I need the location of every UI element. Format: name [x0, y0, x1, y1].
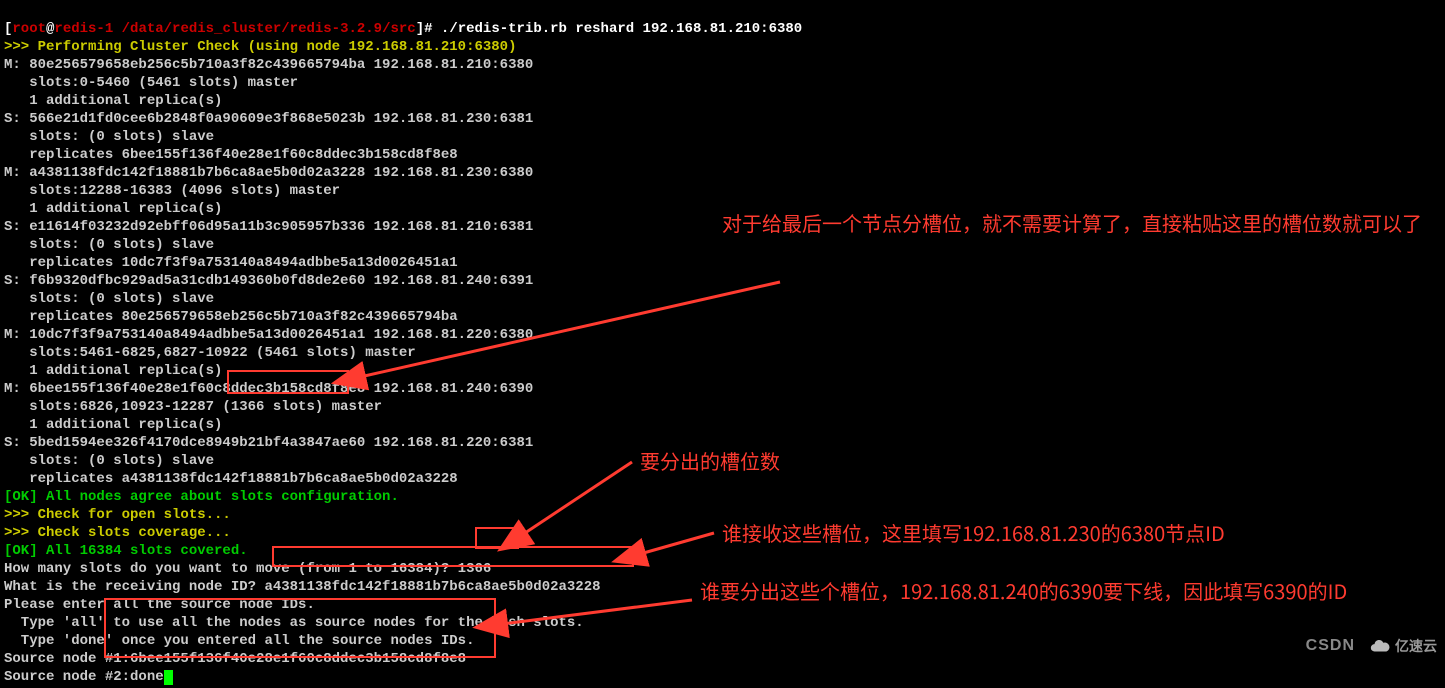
- prompt-bracket-close: ]#: [416, 21, 441, 37]
- node-s1-id: S: 566e21d1fd0cee6b2848f0a90609e3f868e50…: [4, 111, 533, 127]
- node-s3-replicates: replicates 80e256579658eb256c5b710a3f82c…: [4, 309, 458, 325]
- source-node-1: Source node #1:6bee155f136f40e28e1f60c8d…: [4, 651, 466, 667]
- prompt-type-all: Type 'all' to use all the nodes as sourc…: [4, 615, 584, 631]
- source-node-2: Source node #2:done: [4, 669, 173, 685]
- node-s4-id: S: 5bed1594ee326f4170dce8949b21bf4a3847a…: [4, 435, 533, 451]
- ok-nodes-agree: [OK] All nodes agree about slots configu…: [4, 489, 399, 505]
- node-s4-replicates: replicates a4381138fdc142f18881b7b6ca8ae…: [4, 471, 458, 487]
- watermark-csdn: CSDN: [1306, 637, 1355, 655]
- node-s2-id: S: e11614f03232d92ebff06d95a11b3c905957b…: [4, 219, 533, 235]
- check-open-slots: >>> Check for open slots...: [4, 507, 231, 523]
- node-m1-replica: 1 additional replica(s): [4, 93, 222, 109]
- prompt-how-many-slots: How many slots do you want to move (from…: [4, 561, 491, 577]
- prompt-receiving-node: What is the receiving node ID? a4381138f…: [4, 579, 601, 595]
- node-m2-replica: 1 additional replica(s): [4, 201, 222, 217]
- node-s1-slots: slots: (0 slots) slave: [4, 129, 214, 145]
- node-m3-id: M: 10dc7f3f9a753140a8494adbbe5a13d002645…: [4, 327, 533, 343]
- node-s4-slots: slots: (0 slots) slave: [4, 453, 214, 469]
- check-slots-coverage: >>> Check slots coverage...: [4, 525, 231, 541]
- logo-text: 亿速云: [1395, 637, 1437, 655]
- node-s3-slots: slots: (0 slots) slave: [4, 291, 214, 307]
- annotation-3: 谁接收这些槽位，这里填写192.168.81.230的6380节点ID: [722, 519, 1225, 547]
- node-m2-slots: slots:12288-16383 (4096 slots) master: [4, 183, 340, 199]
- node-m3-slots: slots:5461-6825,6827-10922 (5461 slots) …: [4, 345, 416, 361]
- node-s3-id: S: f6b9320dfbc929ad5a31cdb149360b0fd8de2…: [4, 273, 533, 289]
- cloud-icon: [1369, 635, 1391, 657]
- prompt-source-ids: Please enter all the source node IDs.: [4, 597, 315, 613]
- node-m2-id: M: a4381138fdc142f18881b7b6ca8ae5b0d02a3…: [4, 165, 533, 181]
- command-text: ./redis-trib.rb reshard 192.168.81.210:6…: [441, 21, 802, 37]
- prompt-line[interactable]: [root@redis-1 /data/redis_cluster/redis-…: [4, 21, 802, 37]
- node-s1-replicates: replicates 6bee155f136f40e28e1f60c8ddec3…: [4, 147, 458, 163]
- annotation-1: 对于给最后一个节点分槽位，就不需要计算了，直接粘贴这里的槽位数就可以了: [722, 209, 1442, 237]
- prompt-path: /data/redis_cluster/redis-3.2.9/src: [122, 21, 416, 37]
- logo-yisu: 亿速云: [1369, 635, 1437, 657]
- node-m4-id: M: 6bee155f136f40e28e1f60c8ddec3b158cd8f…: [4, 381, 533, 397]
- cluster-check-header: >>> Performing Cluster Check (using node…: [4, 39, 516, 55]
- node-m4-replica: 1 additional replica(s): [4, 417, 222, 433]
- node-m3-replica: 1 additional replica(s): [4, 363, 222, 379]
- prompt-user: root: [12, 21, 46, 37]
- node-s2-replicates: replicates 10dc7f3f9a753140a8494adbbe5a1…: [4, 255, 458, 271]
- annotation-4: 谁要分出这些个槽位，192.168.81.240的6390要下线，因此填写639…: [700, 577, 1420, 605]
- annotation-2: 要分出的槽位数: [640, 447, 780, 475]
- prompt-type-done: Type 'done' once you entered all the sou…: [4, 633, 474, 649]
- terminal-cursor[interactable]: [164, 670, 173, 685]
- node-m1-slots: slots:0-5460 (5461 slots) master: [4, 75, 298, 91]
- node-s2-slots: slots: (0 slots) slave: [4, 237, 214, 253]
- node-m1-id: M: 80e256579658eb256c5b710a3f82c43966579…: [4, 57, 533, 73]
- node-m4-slots: slots:6826,10923-12287 (1366 slots) mast…: [4, 399, 382, 415]
- prompt-host: redis-1: [54, 21, 121, 37]
- ok-slots-covered: [OK] All 16384 slots covered.: [4, 543, 248, 559]
